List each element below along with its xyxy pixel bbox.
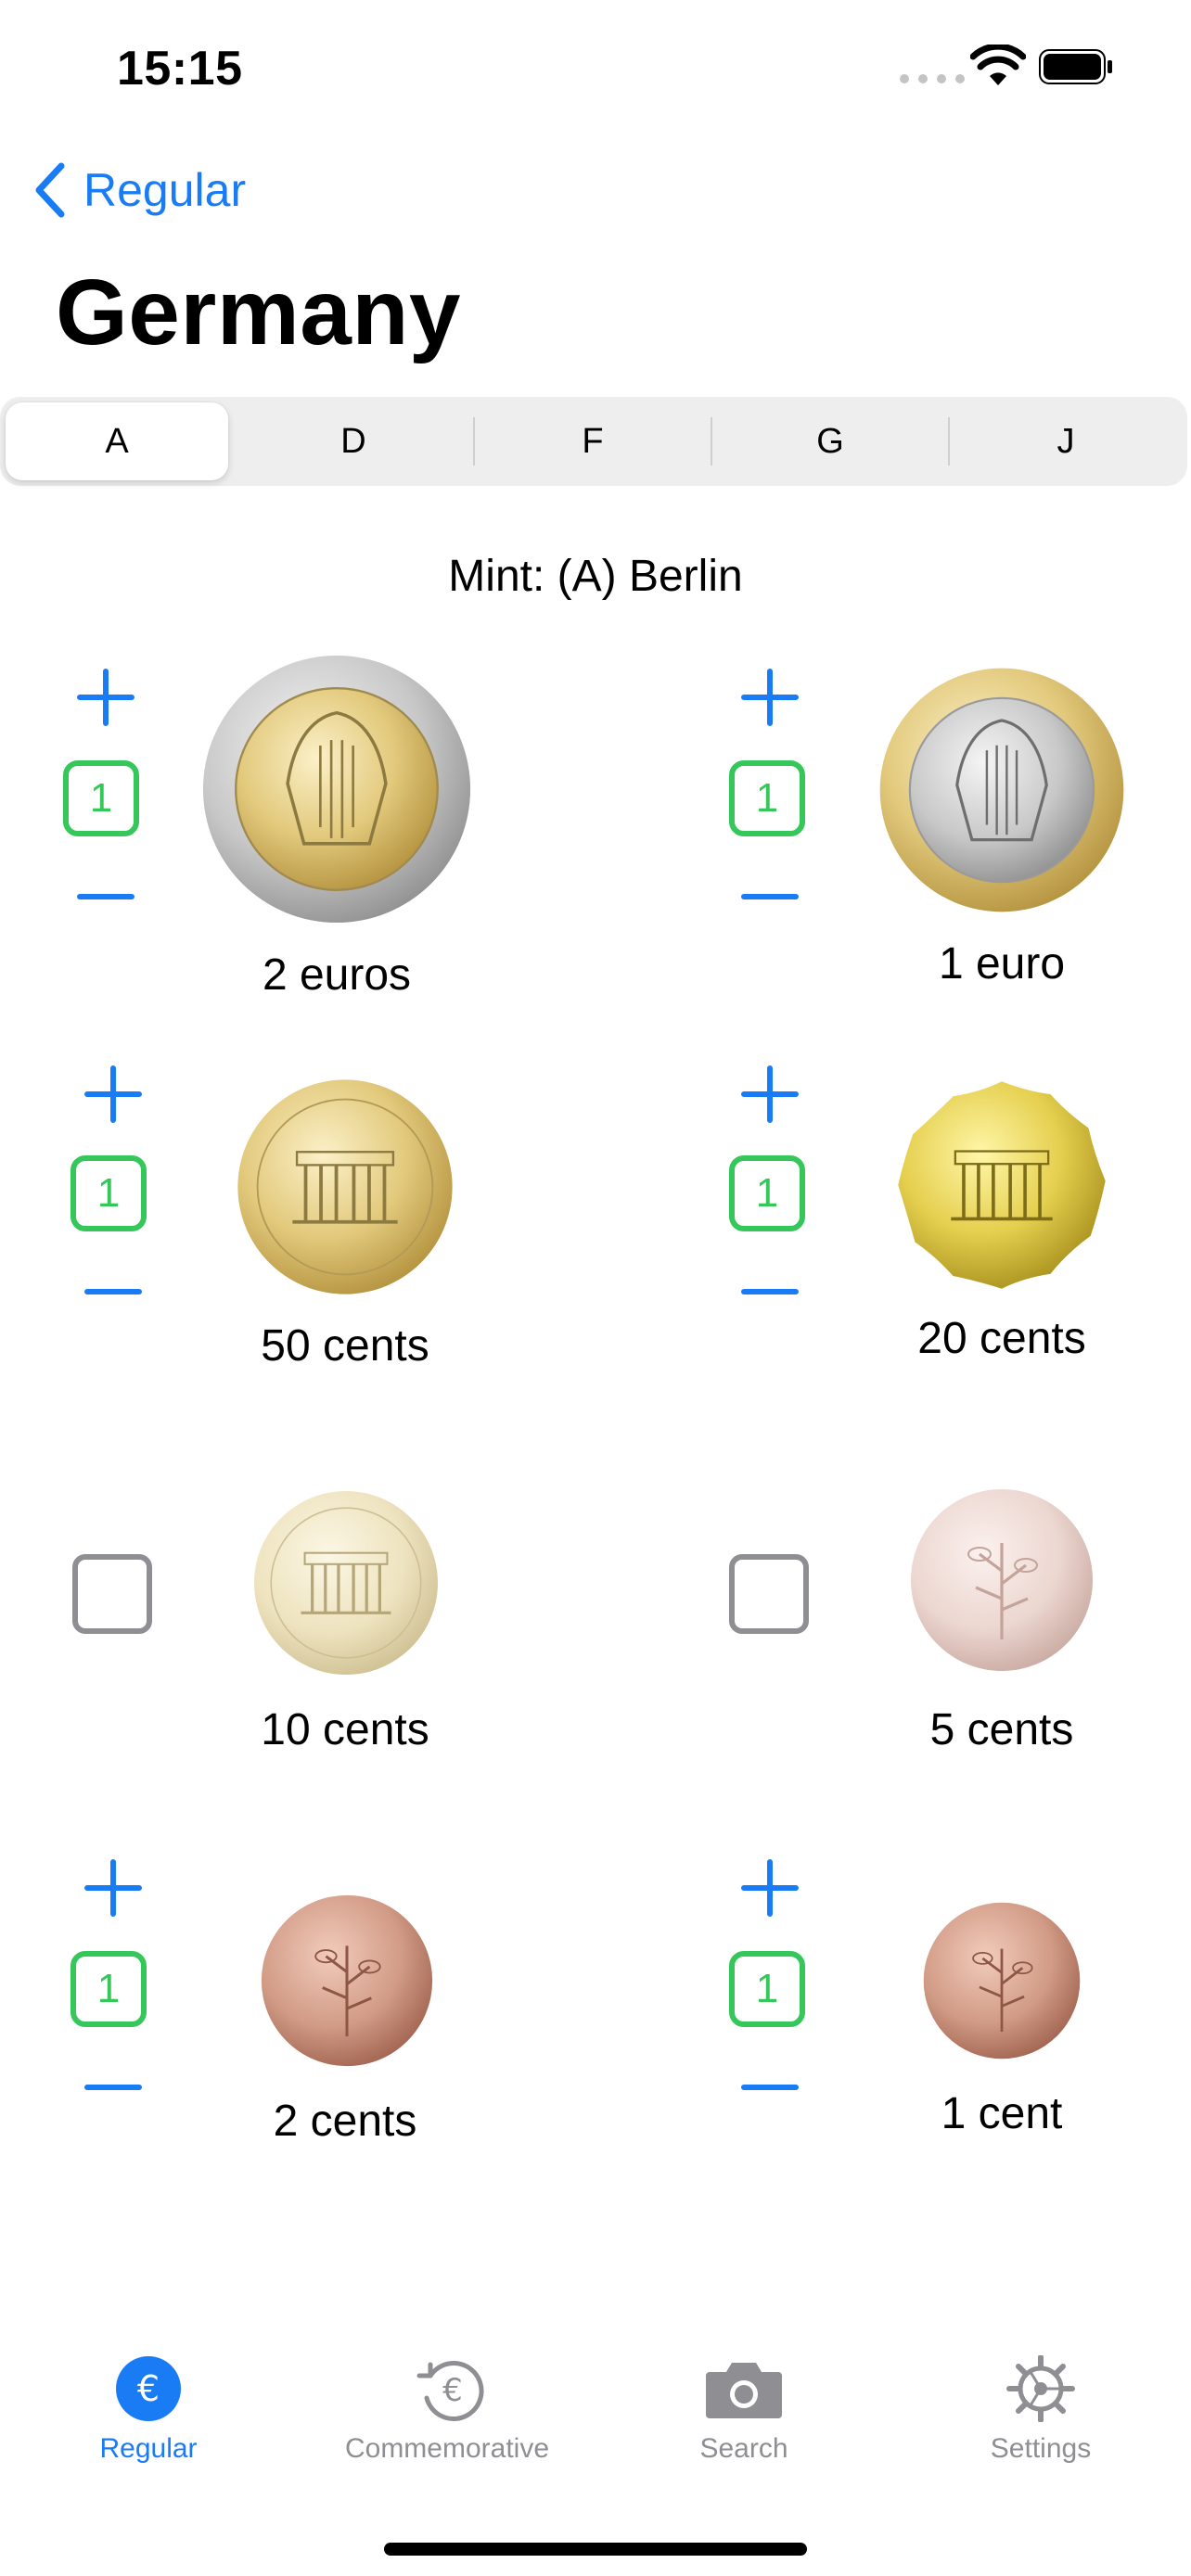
segment-j[interactable]: J <box>950 402 1182 480</box>
decrement-button[interactable] <box>740 1276 800 1307</box>
tab-search[interactable]: Search <box>614 2355 874 2465</box>
coin-50-cents-image <box>237 1079 453 1294</box>
count-badge[interactable]: 1 <box>729 1155 805 1231</box>
increment-button[interactable] <box>740 1858 800 1918</box>
tab-settings[interactable]: Settings <box>911 2355 1171 2465</box>
decrement-button[interactable] <box>740 2072 800 2103</box>
increment-button[interactable] <box>740 1065 800 1124</box>
mint-label: Mint: (A) Berlin <box>448 552 743 601</box>
segment-f[interactable]: F <box>475 402 711 480</box>
decrement-button[interactable] <box>83 1276 143 1307</box>
page-title: Germany <box>56 261 462 364</box>
coin-2-euros-image <box>202 655 471 924</box>
decrement-button[interactable] <box>76 881 135 912</box>
segment-d[interactable]: D <box>237 402 469 480</box>
coin-20-cents-image <box>898 1081 1106 1289</box>
status-time: 15:15 <box>117 42 243 96</box>
tab-commemorative[interactable]: € Commemorative <box>317 2355 577 2465</box>
increment-button[interactable] <box>83 1065 143 1124</box>
gear-icon <box>1006 2355 1075 2422</box>
increment-button[interactable] <box>83 1858 143 1918</box>
collect-checkbox[interactable] <box>729 1554 809 1634</box>
coin-label: 1 euro <box>938 939 1066 988</box>
coin-label: 5 cents <box>929 1705 1074 1754</box>
count-badge[interactable]: 1 <box>729 1951 805 2027</box>
coin-label: 50 cents <box>261 1321 429 1371</box>
coin-1-euro-image <box>879 668 1124 912</box>
count-badge[interactable]: 1 <box>63 760 139 836</box>
coin-label: 2 cents <box>273 2097 417 2146</box>
back-button[interactable]: Regular <box>33 158 246 223</box>
mint-segmented-control: A D F G J <box>0 397 1187 486</box>
euro-circle-icon: € <box>116 2356 181 2421</box>
increment-button[interactable] <box>740 668 800 727</box>
coin-2-cents-image <box>261 1894 433 2067</box>
decrement-button[interactable] <box>740 881 800 912</box>
wifi-icon <box>970 45 1026 85</box>
coin-label: 10 cents <box>261 1705 429 1754</box>
increment-button[interactable] <box>76 668 135 727</box>
home-indicator <box>384 2543 807 2556</box>
segment-a[interactable]: A <box>6 402 228 480</box>
coin-1-cent-image <box>923 1902 1081 2060</box>
tab-label: Settings <box>990 2433 1092 2464</box>
coin-label: 20 cents <box>917 1314 1086 1363</box>
tab-label: Search <box>699 2433 788 2464</box>
decrement-button[interactable] <box>83 2072 143 2103</box>
coin-5-cents-image <box>911 1489 1093 1671</box>
battery-icon <box>1039 49 1112 84</box>
coin-label: 1 cent <box>941 2089 1063 2138</box>
collect-checkbox[interactable] <box>72 1554 152 1634</box>
tab-regular[interactable]: € Regular <box>19 2355 278 2465</box>
svg-text:€: € <box>137 2368 160 2409</box>
coin-10-cents-image <box>254 1491 438 1675</box>
svg-text:€: € <box>442 2372 463 2409</box>
count-badge[interactable]: 1 <box>70 1951 147 2027</box>
segment-g[interactable]: G <box>712 402 948 480</box>
euro-history-icon: € <box>416 2361 484 2421</box>
tab-label: Commemorative <box>344 2433 550 2464</box>
camera-icon <box>706 2363 782 2418</box>
cellular-signal-icon <box>900 74 965 83</box>
chevron-left-icon <box>35 162 65 218</box>
tab-label: Regular <box>99 2433 198 2464</box>
coin-label: 2 euros <box>262 950 412 1000</box>
count-badge[interactable]: 1 <box>70 1155 147 1231</box>
back-button-label: Regular <box>83 164 247 216</box>
count-badge[interactable]: 1 <box>729 760 805 836</box>
